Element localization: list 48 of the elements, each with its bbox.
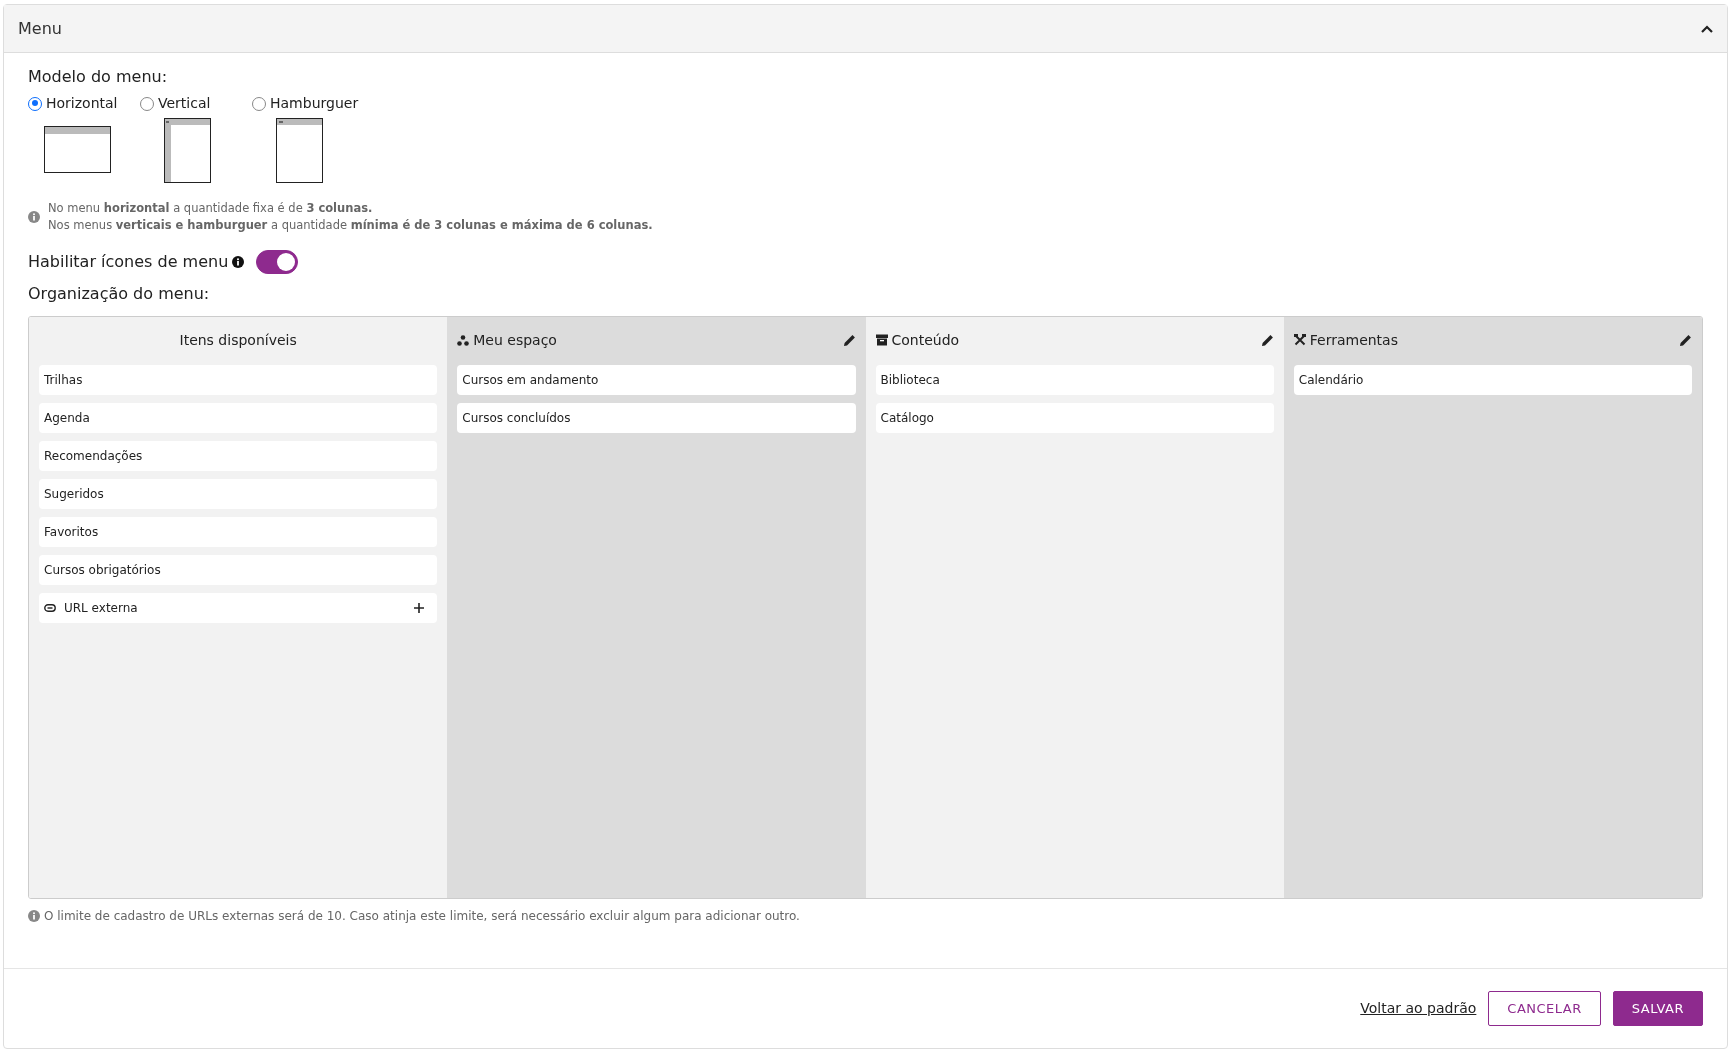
radio-button[interactable] — [140, 96, 154, 111]
radio-label[interactable]: Vertical — [158, 93, 211, 114]
section-label: Modelo do menu: — [28, 66, 169, 88]
info-icon — [28, 211, 40, 223]
nodes-icon — [457, 334, 470, 346]
panel-title: Menu — [18, 17, 62, 40]
add-icon[interactable] — [414, 603, 425, 613]
menu-item[interactable]: Cursos concluídos — [457, 403, 856, 433]
external-url-item[interactable]: URL externa — [39, 593, 438, 623]
menu-item[interactable]: Recomendações — [39, 441, 438, 471]
info-icon[interactable] — [232, 256, 245, 268]
edit-icon[interactable] — [1260, 333, 1274, 347]
cancel-button[interactable]: CANCELAR — [1488, 990, 1601, 1027]
edit-icon[interactable] — [842, 333, 856, 347]
column-title: Conteúdo — [891, 330, 960, 350]
archive-icon — [875, 334, 888, 346]
vertical-layout-preview — [164, 118, 212, 184]
menu-item[interactable]: Cursos obrigatórios — [39, 555, 438, 585]
radio-label[interactable]: Horizontal — [46, 93, 118, 114]
menu-item[interactable]: Catálogo — [875, 403, 1274, 433]
column-title: Itens disponíveis — [178, 330, 298, 350]
hint-text: O limite de cadastro de URLs externas será de 10. Caso atinja este limite, será necessário excluir algum para adicionar outro. — [44, 908, 800, 925]
hint-text: No menu horizontal a quantidade fixa é de 3 colunas. — [48, 200, 374, 217]
radio-button[interactable] — [252, 96, 266, 111]
link-icon — [44, 604, 56, 612]
menu-item[interactable]: Favoritos — [39, 517, 438, 547]
section-label: Organização do menu: — [28, 283, 211, 305]
reset-link[interactable]: Voltar ao padrão — [1360, 998, 1477, 1019]
radio-button[interactable] — [28, 96, 42, 111]
menu-item[interactable]: Biblioteca — [875, 365, 1274, 395]
column-title: Meu espaço — [473, 330, 557, 350]
toggle-label: Habilitar ícones de menu — [28, 251, 229, 273]
info-icon — [28, 910, 40, 922]
tools-icon — [1293, 334, 1306, 346]
toggle-switch[interactable] — [256, 250, 299, 274]
menu-item[interactable]: Sugeridos — [39, 479, 438, 509]
panel-header[interactable]: Menu — [4, 5, 1727, 53]
column-title: Ferramentas — [1309, 330, 1398, 350]
menu-item[interactable]: Calendário — [1293, 365, 1692, 395]
hint-text: Nos menus verticais e hamburguer a quantidade mínima é de 3 colunas e máxima de 6 colunas. — [48, 217, 653, 234]
menu-item[interactable]: Trilhas — [39, 365, 438, 395]
edit-icon[interactable] — [1679, 333, 1692, 347]
item-label: URL externa — [64, 600, 138, 617]
menu-item[interactable]: Cursos em andamento — [457, 365, 856, 395]
menu-item[interactable]: Agenda — [39, 403, 438, 433]
hamburger-layout-preview — [276, 118, 324, 184]
save-button[interactable]: SALVAR — [1612, 990, 1703, 1027]
radio-label[interactable]: Hamburguer — [270, 93, 359, 114]
